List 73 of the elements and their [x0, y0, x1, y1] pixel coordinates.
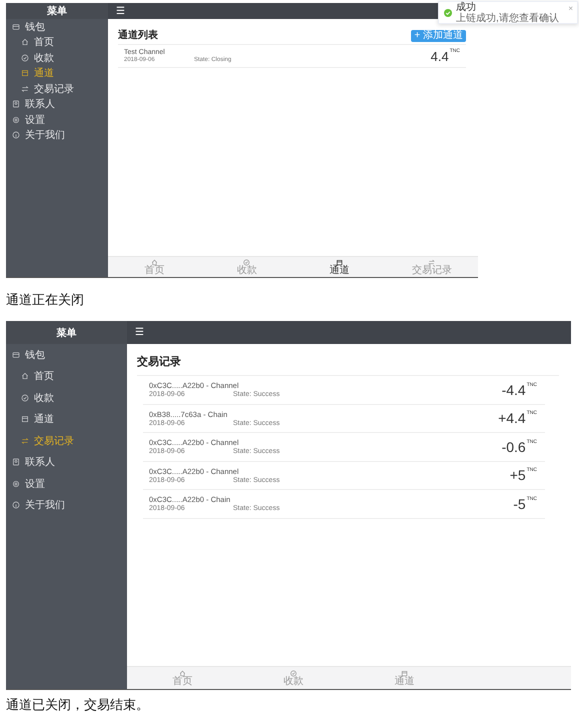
menu-item[interactable]: 联系人	[6, 96, 108, 112]
menu-label: 设置	[25, 478, 45, 491]
calendar-icon	[21, 69, 29, 78]
toast-title: 成功	[456, 2, 477, 12]
card-icon	[12, 100, 20, 108]
menu-label: 收款	[34, 392, 54, 405]
row-amount: -5$^{TNC}$	[513, 496, 537, 512]
menu-item[interactable]: 通道	[6, 408, 127, 430]
menu-item[interactable]: 交易记录	[6, 430, 127, 452]
check-circle-icon	[290, 670, 297, 676]
menu-item[interactable]: 钱包	[6, 19, 108, 34]
calendar-icon	[401, 670, 408, 676]
menu-item[interactable]: 设置	[6, 112, 108, 128]
home-icon	[21, 38, 29, 46]
menu-label: 首页	[34, 370, 54, 384]
menu-label: 通道	[34, 66, 54, 80]
calendar-icon	[336, 258, 343, 266]
menu-label: 关于我们	[25, 498, 65, 512]
wallet-icon	[12, 350, 20, 359]
menu-label: 通道	[34, 412, 54, 426]
menu-icon[interactable]: ☰	[135, 327, 144, 338]
menu-label: 交易记录	[34, 434, 74, 448]
arrows-icon	[21, 84, 29, 93]
check-circle-icon	[21, 394, 29, 402]
check-circle-icon	[21, 54, 29, 62]
info-icon	[12, 131, 20, 140]
menu-item[interactable]: 关于我们	[6, 128, 108, 143]
check-circle-icon	[243, 258, 250, 266]
tab[interactable]: 通道	[293, 257, 386, 277]
menu-item[interactable]: 收款	[6, 387, 127, 408]
menu-label: 设置	[25, 114, 45, 127]
home-icon	[179, 670, 186, 676]
menu-item[interactable]: 设置	[6, 473, 127, 494]
menu-item[interactable]: 通道	[6, 66, 108, 81]
menu-item[interactable]: 交易记录	[6, 81, 108, 96]
row-amount: -4.4$^{TNC}$	[502, 382, 537, 398]
page-title: 通道列表	[118, 28, 158, 42]
row-amount: +5$^{TNC}$	[510, 467, 537, 484]
menu-item[interactable]: 关于我们	[6, 494, 127, 516]
menu-item[interactable]: 首页	[6, 366, 127, 387]
home-icon	[21, 372, 29, 380]
gear-icon	[12, 116, 20, 124]
menu-icon[interactable]: ☰	[116, 6, 125, 16]
menu-label: 钱包	[25, 20, 45, 34]
sidebar-title: 菜单	[6, 321, 127, 344]
sidebar-title: 菜单	[6, 3, 108, 19]
card-icon	[12, 458, 20, 466]
menu-item[interactable]: 联系人	[6, 452, 127, 473]
row-amount: +4.4$^{TNC}$	[498, 410, 537, 426]
menu-label: 收款	[34, 52, 54, 65]
arrows-icon	[428, 258, 436, 266]
menu-item[interactable]: 首页	[6, 34, 108, 50]
menu-label: 钱包	[25, 348, 45, 362]
gear-icon	[12, 480, 20, 488]
arrows-icon	[21, 436, 29, 445]
home-icon	[150, 258, 158, 266]
toast-message: 上链成功,请您查看确认	[456, 12, 560, 24]
row-amount: 4.4$^{TNC}$	[430, 48, 460, 64]
caption: 通道已关闭，交易结束。	[5, 696, 150, 714]
menu-label: 交易记录	[34, 82, 74, 96]
menu-item[interactable]: 钱包	[6, 344, 127, 366]
menu-label: 联系人	[25, 456, 55, 470]
info-icon	[12, 501, 20, 510]
calendar-icon	[21, 415, 29, 424]
menu-item[interactable]: 收款	[6, 50, 108, 66]
page-title: 交易记录	[137, 354, 181, 369]
menu-label: 首页	[34, 36, 54, 50]
check-circle-icon	[444, 8, 452, 16]
wallet-icon	[12, 22, 20, 31]
menu-label: 关于我们	[25, 128, 65, 142]
caption: 通道正在关闭	[5, 290, 85, 308]
row-amount: -0.6$^{TNC}$	[502, 438, 537, 455]
menu-label: 联系人	[25, 98, 55, 112]
